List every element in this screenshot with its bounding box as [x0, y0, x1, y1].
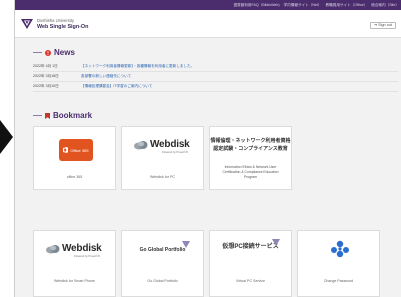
tile-label: Go Global Portfolio — [147, 279, 178, 283]
top-link-3[interactable]: 総合案内（Site） — [371, 3, 399, 8]
heading-rule — [33, 115, 42, 116]
portfolio-logo-text: Go Global Portfolio — [139, 247, 186, 253]
news-link[interactable]: 【ネットワーク利用者情報更新】・各種情報を利用者に更新しました。 — [81, 64, 194, 69]
tile-label: Webdisk for PC — [150, 175, 175, 179]
webdisk-logo: Webdisk — [46, 243, 102, 254]
tile-label: office 365 — [66, 175, 83, 179]
news-heading: News — [33, 48, 75, 57]
tile-webdisk-phone[interactable]: Webdisk Powered by Proself v5 Webdisk fo… — [33, 230, 116, 297]
tile-webdisk-pc[interactable]: Webdisk Powered by Proself v5 Webdisk fo… — [121, 126, 204, 190]
tile-label: Virtual PC Service — [235, 279, 266, 283]
bookmark-icon — [45, 112, 50, 119]
news-title: News — [54, 48, 75, 57]
tile-label-3: Program — [243, 175, 257, 179]
bookmark-title: Bookmark — [53, 111, 93, 120]
cloud-icon — [46, 244, 60, 253]
cloud-icon — [134, 140, 148, 149]
tile-vpc[interactable]: 仮想PC接続サービス Virtual PC Service — [209, 230, 292, 297]
webdisk-logo-text: Webdisk — [150, 139, 190, 150]
alert-icon — [45, 49, 51, 56]
top-link-2[interactable]: 教職員用サイト（Office） — [326, 3, 368, 8]
news-link[interactable]: 【情報処理講習会】IT学習のご案内について — [81, 84, 152, 89]
webdisk-logo-sub: Powered by Proself v5 — [162, 151, 188, 154]
news-link[interactable]: 各部署の新しい連絡先について — [81, 74, 131, 79]
signout-label: Sign out — [378, 23, 392, 27]
triangle-logo-icon — [272, 239, 280, 246]
exit-icon: ⇥ — [373, 23, 377, 27]
tile-infosec[interactable]: 情報倫理・ネットワーク利用者資格 認定試験・コンプライアンス教育 Informa… — [209, 126, 292, 190]
news-item: 2022年 4月 1日 【ネットワーク利用者情報更新】・各種情報を利用者に更新し… — [33, 62, 398, 72]
arrow-decoration — [0, 120, 13, 154]
heading-rule — [33, 52, 42, 53]
top-link-1[interactable]: 学内情報サイト（Net） — [284, 3, 322, 8]
top-link-bar: 図書館利用FAQ（BiblioWeb) 学内情報サイト（Net） 教職員用サイト… — [15, 0, 401, 10]
webdisk-logo-text: Webdisk — [62, 243, 102, 254]
people-icon — [331, 240, 349, 258]
tile-label: Change Password — [323, 279, 354, 283]
site-title[interactable]: Web Single Sign-On — [37, 24, 88, 30]
webdisk-logo-sub: Powered by Proself v5 — [74, 255, 100, 258]
university-logo-icon — [21, 19, 33, 29]
tile-portfolio[interactable]: Go Global Portfolio Go Global Portfolio — [121, 230, 204, 297]
news-date: 2022年 3月18日 — [33, 74, 59, 78]
triangle-logo-icon — [182, 241, 190, 248]
office365-logo: Office 365 — [59, 139, 93, 161]
office-icon — [63, 147, 69, 153]
university-name: Doshisha University — [37, 18, 75, 23]
news-item: 2022年 3月10日 【情報処理講習会】IT学習のご案内について — [33, 82, 398, 92]
infosec-title-2: 認定試験・コンプライアンス教育 — [213, 146, 288, 152]
tile-office365[interactable]: Office 365 office 365 — [33, 126, 116, 190]
browser-page: 図書館利用FAQ（BiblioWeb) 学内情報サイト（Net） 教職員用サイト… — [14, 0, 401, 297]
news-item: 2022年 3月18日 各部署の新しい連絡先について — [33, 72, 398, 82]
office365-logo-text: Office 365 — [70, 147, 89, 153]
infosec-title-1: 情報倫理・ネットワーク利用者資格 — [210, 138, 291, 144]
site-header: Doshisha University Web Single Sign-On ⇥… — [15, 10, 401, 38]
bookmark-heading: Bookmark — [33, 111, 92, 120]
webdisk-logo: Webdisk — [134, 139, 190, 150]
tile-label: Webdisk for Smart Phone — [54, 279, 95, 283]
tile-password[interactable]: Change Password — [297, 230, 380, 297]
top-link-0[interactable]: 図書館利用FAQ（BiblioWeb) — [234, 3, 280, 8]
news-date: 2022年 4月 1日 — [33, 64, 58, 68]
news-list: 2022年 4月 1日 【ネットワーク利用者情報更新】・各種情報を利用者に更新し… — [33, 62, 398, 92]
news-date: 2022年 3月10日 — [33, 84, 59, 88]
signout-button[interactable]: ⇥ Sign out — [369, 22, 396, 29]
